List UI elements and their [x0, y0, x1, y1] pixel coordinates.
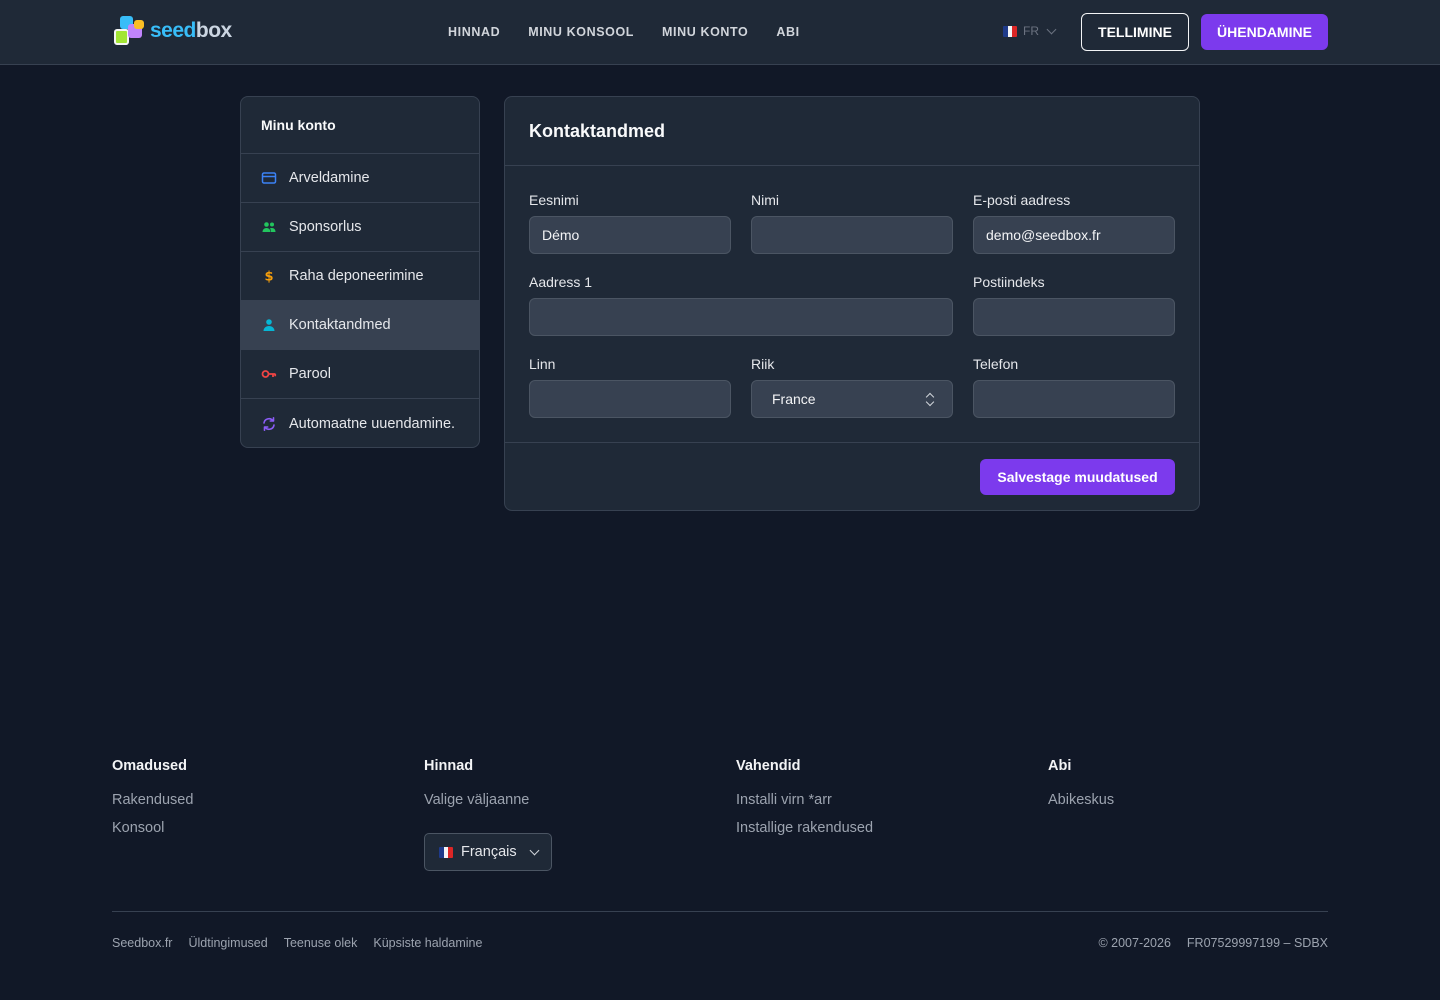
legal-link-terms[interactable]: Üldtingimused: [188, 936, 267, 950]
page-title: Kontaktandmed: [505, 97, 1199, 166]
footer-link-choose-edition[interactable]: Valige väljaanne: [424, 792, 529, 810]
save-button[interactable]: Salvestage muudatused: [980, 459, 1175, 495]
address-label: Aadress 1: [529, 274, 593, 290]
sidebar-item-billing[interactable]: Arveldamine: [241, 154, 479, 203]
sidebar-item-label: Arveldamine: [289, 170, 370, 186]
phone-label: Telefon: [973, 356, 1019, 372]
phone-group: Telefon: [973, 356, 1175, 418]
credit-card-icon: [261, 170, 277, 186]
footer-divider: [112, 911, 1328, 912]
footer-heading: Hinnad: [424, 758, 474, 774]
nav-pricing[interactable]: HINNAD: [448, 25, 500, 39]
copyright-block: © 2007-2026 FR07529997199 – SDBX: [1098, 936, 1328, 950]
french-flag-icon: [439, 846, 453, 858]
postcode-group: Postiindeks: [973, 274, 1175, 336]
copyright-text: © 2007-2026: [1098, 936, 1171, 950]
sidebar-item-label: Automaatne uuendamine.: [289, 415, 456, 432]
country-value: France: [772, 391, 816, 407]
country-label: Riik: [751, 356, 775, 372]
account-sidebar: Minu konto Arveldamine Sponsorlus $ Raha…: [240, 96, 480, 448]
chevron-down-icon: [1046, 24, 1057, 34]
footer-link-install-apps[interactable]: Installige rakendused: [736, 820, 873, 838]
sidebar-item-password[interactable]: Parool: [241, 350, 479, 399]
country-group: Riik France: [751, 356, 953, 418]
footer-link-help-center[interactable]: Abikeskus: [1048, 792, 1114, 810]
footer-link-install-arr[interactable]: Installi virn *arr: [736, 792, 873, 810]
legal-link-status[interactable]: Teenuse olek: [284, 936, 358, 950]
svg-text:$: $: [264, 270, 273, 285]
address-field[interactable]: [529, 298, 953, 336]
user-icon: [261, 317, 277, 333]
footer-heading: Abi: [1048, 758, 1072, 774]
footer-column-help: Abi Abikeskus: [1048, 758, 1114, 820]
legal-link-cookies[interactable]: Küpsiste haldamine: [373, 936, 482, 950]
nav-my-console[interactable]: MINU KONSOOL: [528, 25, 634, 39]
sidebar-item-label: Kontaktandmed: [289, 317, 391, 333]
contact-details-card: Kontaktandmed Eesnimi Nimi E-posti aadre…: [504, 96, 1200, 511]
sidebar-item-contact-details[interactable]: Kontaktandmed: [241, 301, 479, 350]
sidebar-item-auto-renewal[interactable]: Automaatne uuendamine.: [241, 399, 479, 447]
footer-heading: Omadused: [112, 758, 187, 774]
footer-link-apps[interactable]: Rakendused: [112, 792, 193, 810]
sidebar-item-sponsorship[interactable]: Sponsorlus: [241, 203, 479, 252]
logo-cubes-icon: [114, 15, 150, 47]
sidebar-item-label: Parool: [289, 366, 331, 382]
country-select[interactable]: France: [751, 380, 953, 418]
card-footer: Salvestage muudatused: [505, 442, 1199, 511]
email-group: E-posti aadress: [973, 192, 1175, 254]
sidebar-title: Minu konto: [241, 97, 479, 154]
sidebar-item-label: Raha deponeerimine: [289, 268, 424, 284]
address-group: Aadress 1: [529, 274, 953, 336]
refresh-icon: [261, 416, 277, 432]
city-label: Linn: [529, 356, 556, 372]
city-group: Linn: [529, 356, 731, 418]
french-flag-icon: [1003, 25, 1017, 37]
top-navbar: seedbox HINNAD MINU KONSOOL MINU KONTO A…: [0, 0, 1440, 65]
main-nav: HINNAD MINU KONSOOL MINU KONTO ABI: [448, 0, 800, 64]
footer-column-tools: Vahendid Installi virn *arr Installige r…: [736, 758, 873, 848]
first-name-field[interactable]: [529, 216, 731, 254]
sidebar-item-label: Sponsorlus: [289, 219, 362, 235]
legal-link-home[interactable]: Seedbox.fr: [112, 936, 172, 950]
postcode-field[interactable]: [973, 298, 1175, 336]
logo-wordmark: seedbox: [150, 19, 232, 42]
footer-language-select[interactable]: Français: [424, 833, 552, 871]
language-switcher[interactable]: FR: [1003, 24, 1057, 38]
seedbox-logo[interactable]: seedbox: [114, 15, 246, 47]
city-field[interactable]: [529, 380, 731, 418]
phone-field[interactable]: [973, 380, 1175, 418]
first-name-label: Eesnimi: [529, 192, 579, 208]
last-name-group: Nimi: [751, 192, 953, 254]
postcode-label: Postiindeks: [973, 274, 1045, 290]
chevron-down-icon: [529, 845, 540, 855]
last-name-label: Nimi: [751, 192, 779, 208]
language-code: FR: [1023, 24, 1039, 38]
last-name-field[interactable]: [751, 216, 953, 254]
email-label: E-posti aadress: [973, 192, 1071, 208]
order-button[interactable]: TELLIMINE: [1081, 13, 1189, 51]
dollar-icon: $: [261, 268, 277, 285]
key-icon: [261, 366, 277, 382]
sidebar-item-deposit[interactable]: $ Raha deponeerimine: [241, 252, 479, 301]
users-icon: [261, 219, 277, 235]
company-id-text: FR07529997199 – SDBX: [1186, 936, 1328, 950]
footer-heading: Vahendid: [736, 758, 801, 774]
legal-links: Seedbox.fr Üldtingimused Teenuse olek Kü…: [112, 936, 482, 950]
nav-help[interactable]: ABI: [776, 25, 799, 39]
footer-link-console[interactable]: Konsool: [112, 820, 193, 838]
login-button[interactable]: ÜHENDAMINE: [1201, 14, 1328, 50]
select-arrows-icon: [926, 393, 934, 407]
email-field[interactable]: [973, 216, 1175, 254]
footer-column-pricing: Hinnad Valige väljaanne: [424, 758, 529, 820]
first-name-group: Eesnimi: [529, 192, 731, 254]
nav-my-account[interactable]: MINU KONTO: [662, 25, 748, 39]
footer-column-features: Omadused Rakendused Konsool: [112, 758, 193, 848]
language-name: Français: [461, 844, 517, 860]
